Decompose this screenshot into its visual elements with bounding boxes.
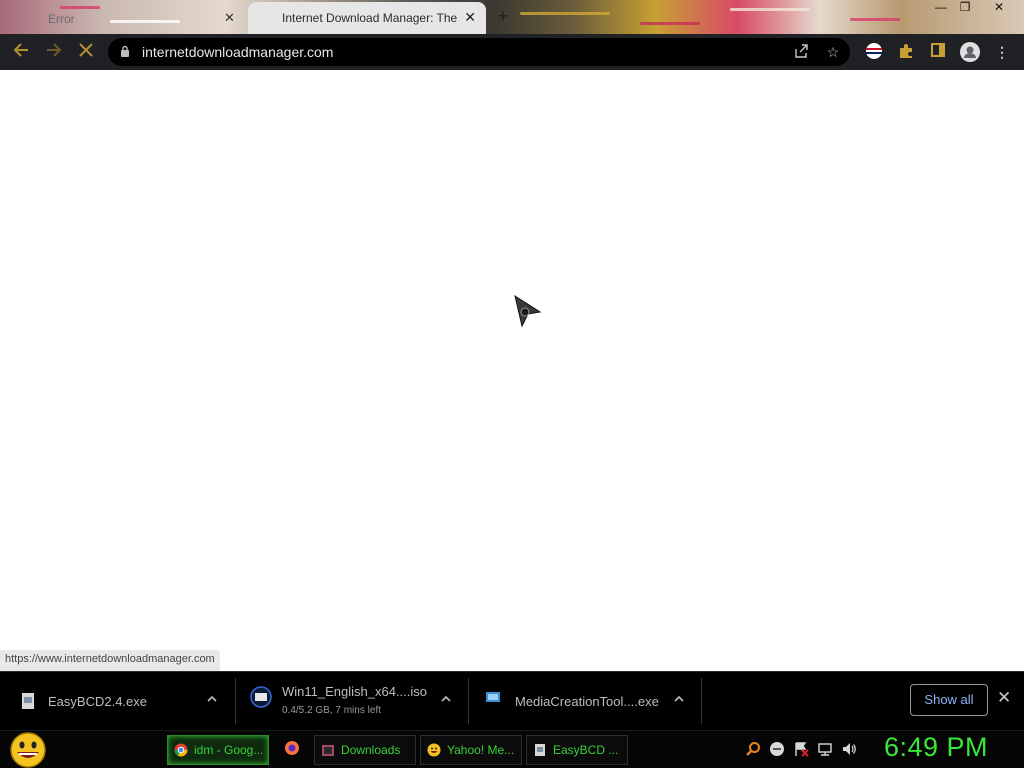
volume-icon[interactable]: [841, 741, 857, 757]
firefox-icon[interactable]: [284, 740, 300, 756]
profile-flag-icon[interactable]: [864, 42, 884, 62]
bookmark-star-icon[interactable]: ☆: [824, 43, 842, 61]
page-viewport[interactable]: [0, 70, 1024, 671]
chrome-icon: [174, 743, 188, 757]
taskbar-button-label: Yahoo! Me...: [447, 743, 515, 757]
download-item[interactable]: EasyBCD2.4.exe: [0, 678, 236, 724]
easybcd-icon: [535, 744, 545, 756]
download-filename: EasyBCD2.4.exe: [48, 694, 147, 709]
smiley-start-icon: [10, 732, 46, 768]
address-bar[interactable]: internetdownloadmanager.com ☆: [108, 38, 850, 66]
start-button[interactable]: [8, 731, 48, 768]
download-filename: MediaCreationTool....exe: [515, 694, 659, 709]
taskbar-button-label: idm - Goog...: [194, 743, 264, 757]
taskbar-button-label: EasyBCD ...: [553, 743, 619, 757]
browser-toolbar: internetdownloadmanager.com ☆ ⋮: [0, 34, 1024, 70]
tab-title: Internet Download Manager: The: [282, 11, 458, 25]
show-all-button[interactable]: Show all: [910, 684, 988, 716]
taskbar-button-downloads[interactable]: Downloads: [314, 735, 416, 765]
download-progress-text: 0.4/5.2 GB, 7 mins left: [282, 705, 381, 716]
action-center-flag-icon[interactable]: [793, 741, 809, 757]
taskbar-button-easybcd[interactable]: EasyBCD ...: [526, 735, 628, 765]
chevron-up-icon[interactable]: [206, 692, 218, 708]
lock-icon[interactable]: [120, 45, 130, 58]
screen: Error ✕ Internet Download Manager: The ✕…: [0, 0, 1024, 768]
taskbar-button-chrome[interactable]: idm - Goog...: [167, 735, 269, 765]
share-icon[interactable]: [792, 43, 810, 61]
restore-icon[interactable]: ❐: [950, 0, 980, 14]
exe-file-icon: [22, 693, 34, 709]
taskbar-button-yahoo-messenger[interactable]: Yahoo! Me...: [420, 735, 522, 765]
taskbar: idm - Goog... Downloads Yahoo! Me... Eas…: [0, 730, 1024, 768]
new-tab-icon[interactable]: +: [498, 6, 509, 27]
url-text[interactable]: internetdownloadmanager.com: [142, 44, 333, 60]
download-shelf: EasyBCD2.4.exe Win11_English_x64....iso …: [0, 671, 1024, 730]
download-item[interactable]: Win11_English_x64....iso 0.4/5.2 GB, 7 m…: [236, 678, 469, 724]
messenger-tray-icon[interactable]: [769, 741, 785, 757]
download-filename: Win11_English_x64....iso: [282, 684, 428, 699]
extensions-icon[interactable]: [896, 42, 916, 62]
downloads-folder-icon: [322, 745, 334, 756]
network-icon[interactable]: [817, 741, 833, 757]
tab-close-icon[interactable]: ✕: [464, 9, 476, 26]
media-creation-tool-icon: [486, 692, 500, 702]
tab-error[interactable]: Error ✕: [0, 4, 246, 34]
close-window-icon[interactable]: ✕: [984, 0, 1014, 14]
forward-icon[interactable]: [43, 41, 65, 63]
side-panel-icon[interactable]: [928, 42, 948, 62]
menu-kebab-icon[interactable]: ⋮: [992, 42, 1012, 62]
taskbar-button-label: Downloads: [341, 743, 401, 757]
yahoo-smiley-icon: [427, 743, 441, 757]
tab-strip: Error ✕ Internet Download Manager: The ✕…: [0, 0, 1024, 34]
search-icon[interactable]: [745, 741, 761, 757]
download-item[interactable]: MediaCreationTool....exe: [469, 678, 702, 724]
back-icon[interactable]: [10, 41, 32, 63]
system-clock[interactable]: 6:49 PM: [884, 732, 988, 763]
account-avatar-icon[interactable]: [960, 42, 980, 62]
stop-loading-icon[interactable]: [75, 41, 97, 63]
tab-close-icon[interactable]: ✕: [224, 10, 235, 26]
link-status-bubble: https://www.internetdownloadmanager.com: [0, 650, 220, 671]
close-shelf-icon[interactable]: ✕: [997, 688, 1011, 708]
chevron-up-icon[interactable]: [440, 692, 452, 708]
iso-file-icon: [250, 686, 272, 708]
chevron-up-icon[interactable]: [673, 692, 685, 708]
mouse-cursor-icon: [512, 294, 542, 333]
tab-idm[interactable]: Internet Download Manager: The ✕: [248, 2, 486, 34]
tab-title: Error: [48, 12, 75, 26]
